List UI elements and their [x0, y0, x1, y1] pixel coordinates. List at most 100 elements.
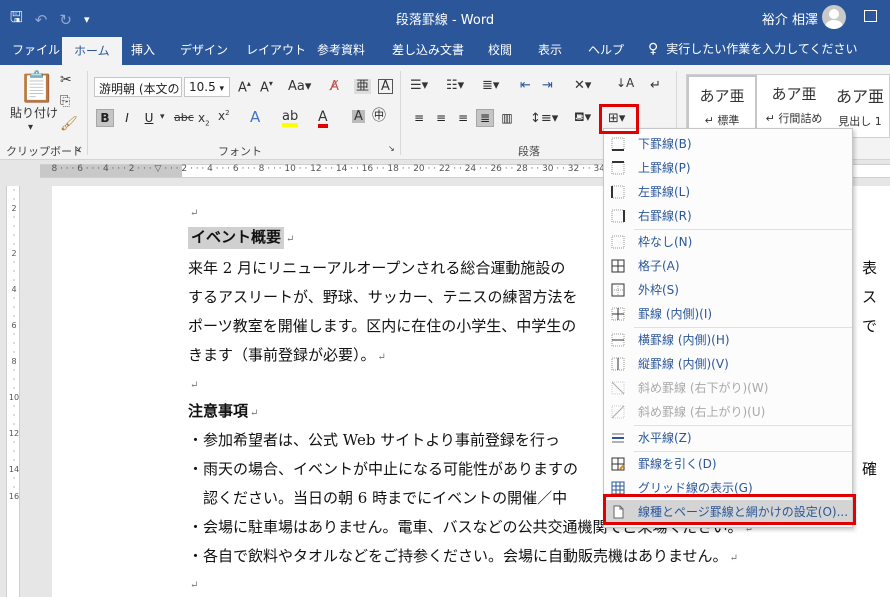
bold-button[interactable]: B [96, 109, 114, 127]
grow-font-icon[interactable]: A▴ [238, 80, 251, 95]
align-center-icon[interactable]: ≡ [432, 109, 450, 127]
vertical-ruler[interactable]: · · 2 · · · · 2 · · · 4 · · · 6 · · · 8 · · · 10 · · · 12 · · · 14 · · 16 [6, 186, 20, 597]
menu-item-label: 横罫線 (内側)(H) [638, 333, 730, 347]
document-icon [613, 505, 624, 519]
asian-layout-icon[interactable]: ✕▾ [574, 79, 591, 92]
body-line[interactable]: 来年 2 月にリニューアルオープンされる総合運動施設の [188, 257, 565, 278]
menu-item-inside-borders[interactable]: 罫線 (内側)(I) [604, 302, 852, 326]
ribbon-display-options-icon[interactable] [864, 10, 877, 22]
heading-event-overview[interactable]: イベント概要 ↵ [188, 226, 294, 249]
user-name[interactable]: 裕介 相澤 [762, 9, 818, 28]
italic-button[interactable]: I [118, 109, 136, 127]
strikethrough-icon[interactable]: abc [174, 112, 194, 123]
menu-item-label: 斜め罫線 (右下がり)(W) [638, 381, 769, 395]
top-border-icon [611, 161, 625, 175]
borders-button-icon[interactable]: ⊞▾ [608, 112, 625, 125]
list-item[interactable]: ・各自で飲料やタオルなどをご持参ください。会場に自動販売機はありません。 ↵ [188, 545, 738, 566]
heading-notes[interactable]: 注意事項 ↵ [188, 400, 258, 421]
font-launcher-icon[interactable]: ↘ [388, 145, 395, 153]
body-line[interactable]: きます（事前登録が必要）。 ↵ [188, 344, 386, 365]
style-sample: あア亜 [771, 85, 817, 103]
text-effects-icon[interactable]: A [250, 110, 260, 125]
distributed-icon[interactable]: ▥ [498, 109, 516, 127]
decrease-indent-icon[interactable]: ⇤ [520, 79, 531, 92]
paragraph-empty[interactable]: ↵ [188, 202, 198, 220]
tab-mailings[interactable]: 差し込み文書 [392, 41, 464, 58]
align-right-icon[interactable]: ≡ [454, 109, 472, 127]
clipboard-launcher-icon[interactable]: ↘ [74, 145, 81, 153]
numbering-icon[interactable]: ☷▾ [446, 79, 464, 92]
style-sample: あア亜 [699, 87, 745, 105]
tab-view[interactable]: 表示 [538, 41, 562, 58]
bullets-icon[interactable]: ☰▾ [410, 79, 428, 92]
phonetic-guide-icon[interactable]: 亜 [354, 79, 372, 94]
menu-item-left-border[interactable]: 左罫線(L) [604, 180, 852, 204]
superscript-icon[interactable]: x2 [218, 110, 230, 123]
menu-item-outside-borders[interactable]: 外枠(S) [604, 278, 852, 302]
avatar[interactable] [822, 5, 846, 29]
menu-item-draw-table[interactable]: 罫線を引く(D) [604, 452, 852, 476]
tab-references[interactable]: 参考資料 [317, 41, 365, 58]
cut-icon[interactable]: ✂ [60, 73, 72, 87]
paste-button-label[interactable]: 貼り付け [10, 107, 58, 119]
shrink-font-icon[interactable]: A▾ [260, 80, 273, 95]
tab-insert[interactable]: 挿入 [131, 41, 155, 58]
menu-item-label: 左罫線(L) [638, 185, 691, 199]
tab-layout[interactable]: レイアウト [246, 41, 306, 58]
align-left-icon[interactable]: ≡ [410, 109, 428, 127]
change-case-icon[interactable]: Aa▾ [288, 80, 311, 93]
font-color-icon[interactable]: A [318, 110, 328, 128]
tell-me-box[interactable]: ♀ 実行したい作業を入力してください [648, 40, 858, 57]
increase-indent-icon[interactable]: ⇥ [542, 79, 553, 92]
tab-help[interactable]: ヘルプ [588, 41, 624, 58]
menu-item-view-gridlines[interactable]: グリッド線の表示(G) [604, 476, 852, 500]
inside-borders-icon [611, 307, 625, 321]
menu-item-borders-and-shading[interactable]: 線種とページ罫線と網かけの設定(O)... [604, 500, 852, 524]
menu-item-inside-horizontal[interactable]: 横罫線 (内側)(H) [604, 328, 852, 352]
font-name-combo[interactable]: 游明朝 (本文のフ [94, 77, 182, 97]
show-marks-icon[interactable]: ↵ [650, 79, 661, 92]
enclose-characters-icon[interactable]: A [378, 79, 393, 94]
menu-item-no-border[interactable]: 枠なし(N) [604, 230, 852, 254]
font-size-value: 10.5 [189, 80, 216, 94]
font-size-combo[interactable]: 10.5 ▾ [184, 77, 230, 97]
copy-icon[interactable]: ⎘ [60, 95, 70, 108]
format-painter-icon[interactable]: 🖌 [60, 117, 78, 131]
menu-item-all-borders[interactable]: 格子(A) [604, 254, 852, 278]
tab-design[interactable]: デザイン [180, 41, 228, 58]
sort-icon[interactable]: ↓A [616, 77, 634, 89]
menu-item-bottom-border[interactable]: 下罫線(B) [604, 132, 852, 156]
list-item[interactable]: ・参加希望者は、公式 Web サイトより事前登録を行っ [188, 429, 560, 450]
underline-dropdown-icon[interactable]: ▾ [160, 113, 165, 122]
shading-icon[interactable]: ⛾▾ [574, 111, 591, 124]
menu-item-top-border[interactable]: 上罫線(P) [604, 156, 852, 180]
menu-item-label: 下罫線(B) [638, 137, 692, 151]
tab-review[interactable]: 校閲 [488, 41, 512, 58]
paragraph-empty[interactable]: ↵ [188, 574, 198, 592]
clear-formatting-icon[interactable]: A̸ [330, 80, 339, 93]
menu-item-horizontal-line[interactable]: 水平線(Z) [604, 426, 852, 450]
tab-home[interactable]: ホーム [62, 37, 122, 65]
menu-item-right-border[interactable]: 右罫線(R) [604, 204, 852, 228]
underline-button[interactable]: U [140, 109, 158, 127]
inside-horizontal-border-icon [611, 333, 625, 347]
list-item[interactable]: ・雨天の場合、イベントが中止になる可能性がありますの [188, 458, 578, 479]
paste-dropdown-icon[interactable]: ▾ [28, 123, 33, 133]
enclosed-char-icon[interactable]: ㊥ [372, 109, 386, 123]
group-label-clipboard: クリップボード [6, 145, 83, 158]
menu-item-inside-vertical[interactable]: 縦罫線 (内側)(V) [604, 352, 852, 376]
body-line[interactable]: するアスリートが、野球、サッカー、テニスの練習方法を [188, 286, 578, 307]
menu-item-label: 罫線 (内側)(I) [638, 307, 713, 321]
paragraph-empty[interactable]: ↵ [188, 374, 198, 392]
horizontal-line-icon [612, 433, 624, 443]
multilevel-list-icon[interactable]: ≣▾ [482, 79, 499, 92]
body-line[interactable]: ポーツ教室を開催します。区内に在住の小学生、中学生の [188, 315, 576, 336]
subscript-icon[interactable]: x2 [198, 112, 210, 127]
justify-icon[interactable]: ≣ [476, 109, 494, 127]
character-shading-icon[interactable]: A [352, 110, 365, 123]
paste-icon[interactable]: 📋 [18, 73, 55, 103]
list-item[interactable]: 認ください。当日の朝 6 時までにイベントの開催／中 [188, 487, 567, 508]
line-spacing-icon[interactable]: ↕≡▾ [530, 112, 558, 125]
highlight-color-icon[interactable]: ab [282, 110, 299, 127]
tab-file[interactable]: ファイル [12, 41, 60, 58]
